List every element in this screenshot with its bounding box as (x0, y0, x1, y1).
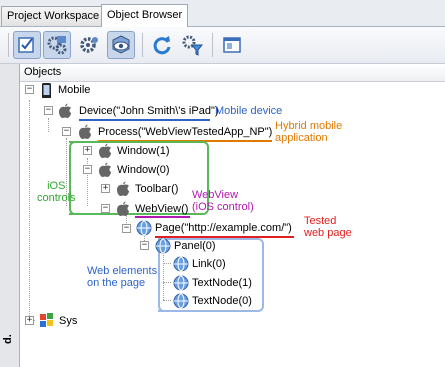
tree-item-window-0[interactable]: Window(0) (117, 162, 170, 178)
objects-panel-header: Objects (20, 64, 445, 82)
filter-gear-button[interactable] (178, 31, 206, 59)
toolbar-separator (8, 33, 9, 57)
apple-icon (99, 143, 111, 158)
tree-item-window-1[interactable]: Window(1) (117, 143, 170, 159)
windows-logo-icon (40, 313, 53, 327)
window-button[interactable] (218, 31, 246, 59)
tree-item-link-0[interactable]: Link(0) (192, 256, 226, 272)
tree-item-mobile[interactable]: Mobile (58, 82, 90, 98)
expander[interactable]: − (44, 106, 53, 115)
expander[interactable]: + (83, 146, 92, 155)
gear-icon (80, 37, 98, 53)
tree-item-page[interactable]: Page("http://example.com/") (155, 220, 292, 236)
side-gutter (0, 64, 20, 367)
toolbar-separator (142, 33, 143, 57)
tree-item-device[interactable]: Device("John Smith\'s iPad") (79, 103, 219, 119)
tree-item-panel-0[interactable]: Panel(0) (174, 238, 216, 254)
expander[interactable]: − (122, 224, 131, 233)
apple-icon (99, 162, 111, 177)
tree-guide (163, 263, 171, 264)
web-globe-icon (136, 220, 152, 236)
refresh-button[interactable] (148, 31, 176, 59)
apple-icon (117, 201, 129, 216)
panel-title: Objects (24, 66, 62, 78)
checkbox-view-icon (18, 37, 34, 53)
view-cube-button[interactable] (107, 31, 135, 59)
expander[interactable]: + (101, 184, 110, 193)
web-globe-icon (155, 238, 171, 254)
web-globe-icon (173, 275, 189, 291)
toolbar-separator (212, 33, 213, 57)
tree-item-webview[interactable]: WebView() (135, 201, 188, 217)
gear-button[interactable] (75, 31, 103, 59)
tab-bar: Project Workspace Object Browser (0, 0, 445, 27)
filter-gear-icon (182, 35, 203, 56)
apple-icon (117, 181, 129, 196)
toolbar (0, 27, 445, 64)
side-label: d. (2, 334, 14, 344)
expander[interactable]: − (140, 241, 149, 250)
tree-item-process[interactable]: Process("WebViewTestedApp_NP") (98, 124, 272, 140)
annotation-webview: WebView (iOS control) (192, 189, 254, 213)
tree-item-textnode-0[interactable]: TextNode(0) (192, 293, 252, 309)
annotation-ios-controls: iOS controls (37, 180, 76, 204)
annotation-mobile-device: Mobile device (215, 105, 283, 117)
window-icon (223, 37, 241, 53)
annotation-web-elements: Web elements on the page (87, 265, 158, 289)
tree-item-toolbar[interactable]: Toolbar() (135, 181, 178, 197)
annotation-tested-page: Tested web page (304, 215, 352, 239)
tab-object-browser[interactable]: Object Browser (101, 4, 189, 27)
apple-icon (79, 124, 91, 139)
annotation-hybrid: Hybrid mobile application (275, 120, 343, 144)
device-underline (79, 119, 210, 121)
expander[interactable]: − (62, 127, 71, 136)
tree-guide (48, 118, 49, 132)
mobile-phone-icon (42, 83, 51, 98)
expander[interactable]: + (25, 316, 34, 325)
tab-project-workspace[interactable]: Project Workspace (1, 6, 106, 26)
expander[interactable]: − (25, 85, 34, 94)
checkbox-view-button[interactable] (13, 31, 41, 59)
gear-group-icon (47, 36, 67, 55)
tree-guide (163, 282, 171, 283)
tree-item-sys[interactable]: Sys (59, 313, 77, 329)
expander[interactable]: − (101, 204, 110, 213)
tree-item-textnode-1[interactable]: TextNode(1) (192, 275, 252, 291)
tree-guide (29, 100, 30, 322)
web-globe-icon (173, 256, 189, 272)
web-globe-icon (173, 293, 189, 309)
expander[interactable]: − (83, 165, 92, 174)
view-cube-icon (112, 35, 130, 54)
gear-group-button[interactable] (43, 31, 71, 59)
refresh-icon (153, 36, 171, 55)
apple-icon (59, 103, 71, 118)
webview-underline (135, 216, 190, 218)
tree-guide (163, 300, 171, 301)
